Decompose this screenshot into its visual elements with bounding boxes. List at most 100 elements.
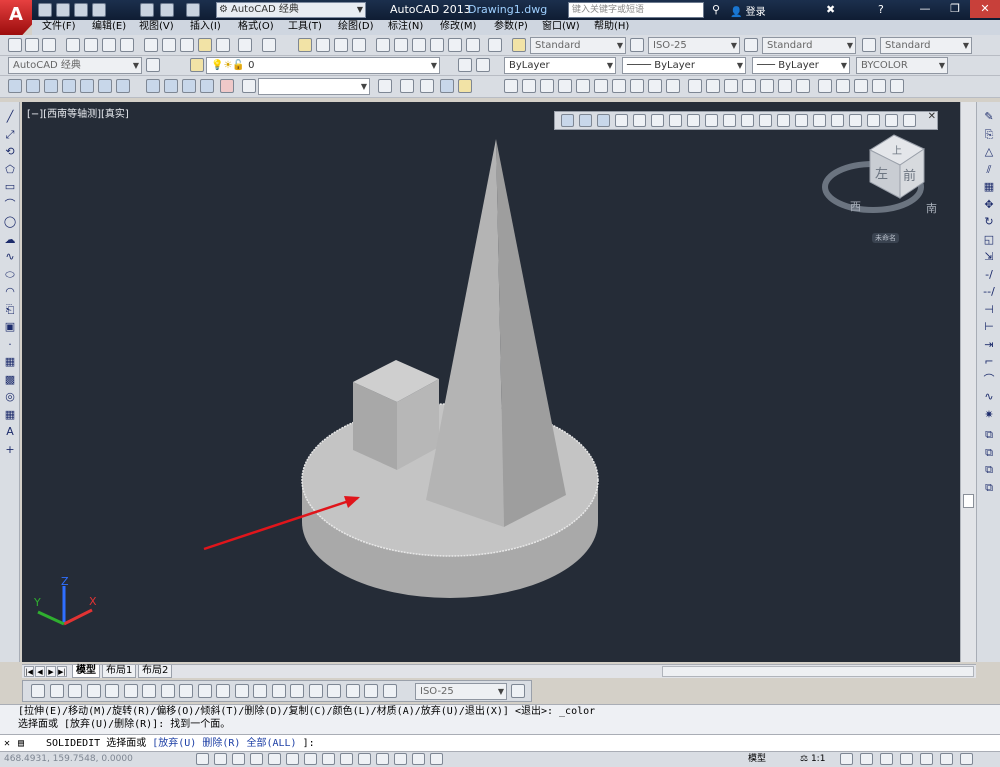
annotation-scale[interactable]: ⚖ 1:1	[800, 752, 825, 766]
imprint-icon[interactable]	[795, 114, 808, 127]
menu-window[interactable]: 窗口(W)	[542, 20, 580, 34]
chamfer-icon[interactable]: ⌐	[982, 355, 996, 369]
2d-wireframe-icon[interactable]	[378, 79, 392, 93]
text-style-icon[interactable]	[512, 38, 526, 52]
shell-icon[interactable]	[849, 114, 862, 127]
command-line[interactable]: ✕ ▤ SOLIDEDIT 选择面或 [放弃(U) 删除(R) 全部(ALL) …	[0, 734, 1000, 752]
draw-order-front-icon[interactable]: ⧉	[982, 428, 996, 442]
shell-icon[interactable]	[648, 79, 662, 93]
workspace-switch-icon[interactable]	[880, 753, 893, 765]
horizontal-scrollbar[interactable]	[662, 666, 974, 677]
menu-modify[interactable]: 修改(M)	[440, 20, 476, 34]
view-combo[interactable]: ▼	[258, 78, 370, 95]
menu-view[interactable]: 视图(V)	[139, 20, 174, 34]
scale-icon[interactable]: ◱	[982, 233, 996, 247]
plot-preview-icon[interactable]	[84, 38, 98, 52]
design-center-icon[interactable]	[394, 38, 408, 52]
interfere-icon[interactable]	[576, 79, 590, 93]
draw-order-back-icon[interactable]: ⧉	[982, 446, 996, 460]
arc-length-icon[interactable]	[68, 684, 82, 698]
box-icon[interactable]	[8, 79, 22, 93]
new-icon[interactable]	[38, 3, 52, 17]
dim-edit-icon[interactable]	[345, 684, 360, 698]
workspace-combo[interactable]: AutoCAD 经典 ▼	[8, 57, 142, 74]
text-style-dropdown[interactable]: Standard ▼	[530, 37, 626, 54]
match-properties-icon[interactable]	[198, 38, 212, 52]
fillet-icon[interactable]: ⌒	[982, 373, 996, 387]
calculator-icon[interactable]	[466, 38, 480, 52]
insert-block-icon[interactable]: ⎗	[3, 303, 17, 317]
linear-dim-icon[interactable]	[31, 684, 45, 698]
menu-parametric[interactable]: 参数(P)	[494, 20, 528, 34]
menu-format[interactable]: 格式(O)	[238, 20, 274, 34]
check-icon[interactable]	[666, 79, 680, 93]
revolve-icon[interactable]	[164, 79, 178, 93]
transparency-icon[interactable]	[394, 753, 407, 765]
plot-icon[interactable]	[66, 38, 80, 52]
menu-file[interactable]: 文件(F)	[42, 20, 76, 34]
menu-help[interactable]: 帮助(H)	[594, 20, 629, 34]
break-at-point-icon[interactable]: ⊣	[982, 303, 996, 317]
realistic-icon[interactable]	[440, 79, 454, 93]
undo-icon[interactable]	[238, 38, 252, 52]
close-icon[interactable]: ✕	[4, 735, 10, 752]
break-icon[interactable]: ⊢	[982, 320, 996, 334]
ellipse-arc-icon[interactable]: ◠	[3, 285, 17, 299]
clean-icon[interactable]	[813, 114, 826, 127]
3d-array-icon[interactable]	[796, 79, 810, 93]
table-icon[interactable]: ▦	[3, 408, 17, 422]
extrude-faces-icon[interactable]	[615, 114, 628, 127]
fly-icon[interactable]	[890, 79, 904, 93]
drawing-viewport[interactable]: [−][西南等轴测][真实] 上 左 前 西 南 Z X Y ✕ 未命名	[22, 102, 960, 662]
tab-layout1[interactable]: 布局1	[102, 665, 137, 678]
extract-edges-icon[interactable]	[885, 114, 898, 127]
separate-icon[interactable]	[831, 114, 844, 127]
revision-cloud-icon[interactable]: ☁	[3, 233, 17, 247]
delete-faces-icon[interactable]	[669, 114, 682, 127]
menu-draw[interactable]: 绘图(D)	[338, 20, 374, 34]
table-style-icon[interactable]	[744, 38, 758, 52]
send-under-icon[interactable]: ⧉	[982, 481, 996, 495]
markup-icon[interactable]	[448, 38, 462, 52]
undo-icon[interactable]	[160, 3, 174, 17]
sheet-set-icon[interactable]	[430, 38, 444, 52]
circle-icon[interactable]: ◯	[3, 215, 17, 229]
table-style-dropdown[interactable]: Standard ▼	[762, 37, 856, 54]
binoculars-icon[interactable]: ⚲	[712, 3, 720, 16]
close-icon[interactable]: ✕	[928, 111, 936, 122]
layer-previous-icon[interactable]	[476, 58, 490, 72]
copy-icon[interactable]: ⎘	[982, 128, 996, 142]
extract-edges-icon[interactable]	[594, 79, 608, 93]
help-icon[interactable]: ?	[878, 3, 884, 16]
dim-style-icon[interactable]	[511, 684, 525, 698]
check-icon[interactable]	[867, 114, 880, 127]
subtract-icon[interactable]	[522, 79, 536, 93]
orbit-icon[interactable]	[818, 79, 832, 93]
layer-dropdown[interactable]: 💡☀🔓 0 ▼	[206, 57, 440, 74]
baseline-icon[interactable]	[197, 684, 212, 698]
erase-icon[interactable]: ✎	[982, 110, 996, 124]
find-icon[interactable]	[242, 79, 256, 93]
object-snap-tracking-icon[interactable]	[322, 753, 335, 765]
gear-icon[interactable]	[146, 58, 160, 72]
dim-text-edit-icon[interactable]	[364, 684, 378, 698]
object-snap-icon[interactable]	[286, 753, 299, 765]
quick-properties-icon[interactable]	[412, 753, 425, 765]
save-icon[interactable]	[74, 3, 88, 17]
zoom-window-icon[interactable]	[334, 38, 348, 52]
line-icon[interactable]: ╱	[3, 110, 17, 124]
make-current-icon[interactable]	[458, 58, 472, 72]
polar-tracking-icon[interactable]	[268, 753, 281, 765]
slice-icon[interactable]	[558, 79, 572, 93]
arc-icon[interactable]: ⌒	[3, 198, 17, 212]
next-tab-button[interactable]: ▶	[46, 666, 56, 677]
dim-style-dropdown[interactable]: ISO-25 ▼	[648, 37, 740, 54]
conceptual-icon[interactable]	[458, 79, 472, 93]
plotstyle-dropdown[interactable]: BYCOLOR ▼	[856, 57, 948, 74]
3d-object-snap-icon[interactable]	[304, 753, 317, 765]
login-button[interactable]: 👤 登录	[730, 3, 766, 18]
lineweight-icon[interactable]	[376, 753, 389, 765]
blend-icon[interactable]: ∿	[982, 390, 996, 404]
point-icon[interactable]: ·	[3, 338, 17, 352]
bring-above-icon[interactable]: ⧉	[982, 463, 996, 477]
